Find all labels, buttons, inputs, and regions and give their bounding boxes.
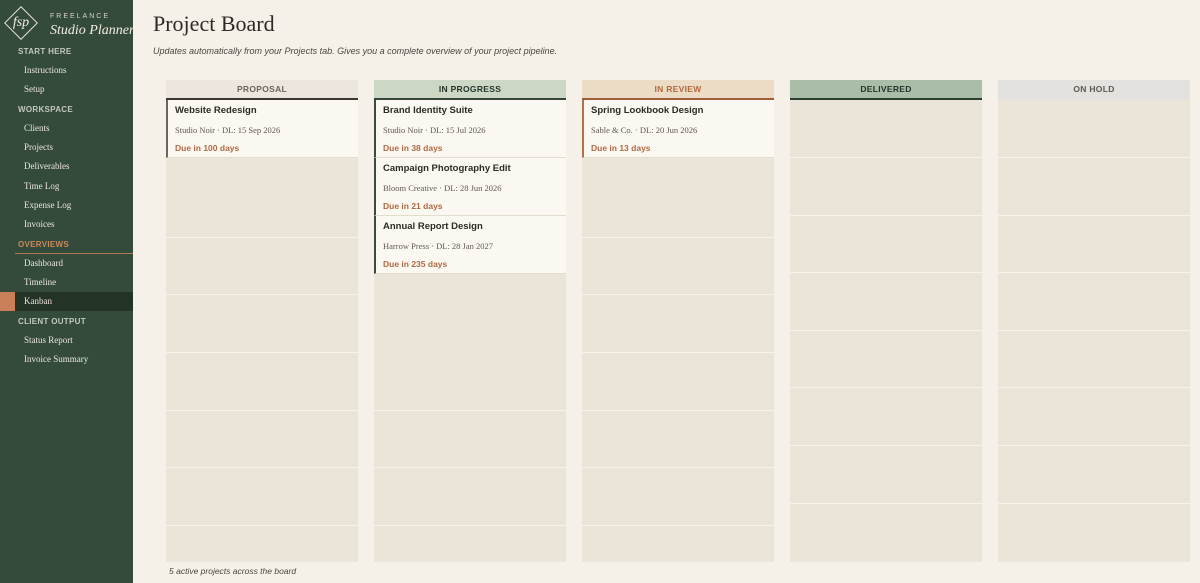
card-title: Spring Lookbook Design: [591, 105, 704, 116]
row-divider: [166, 525, 358, 526]
page-subtitle: Updates automatically from your Projects…: [153, 46, 558, 56]
row-divider: [790, 445, 982, 446]
column-in-progress: IN PROGRESS Brand Identity Suite Studio …: [374, 80, 566, 562]
column-header-in-progress: IN PROGRESS: [374, 80, 566, 100]
row-divider: [374, 410, 566, 411]
row-divider: [998, 272, 1190, 273]
card-due: Due in 38 days: [383, 143, 443, 153]
nav-kanban[interactable]: Kanban: [0, 292, 133, 311]
nav-clients[interactable]: Clients: [0, 119, 133, 138]
card-title: Brand Identity Suite: [383, 105, 473, 116]
column-proposal: PROPOSAL Website Redesign Studio Noir · …: [166, 80, 358, 562]
row-divider: [166, 410, 358, 411]
card-title: Website Redesign: [175, 105, 257, 116]
card-meta: Harrow Press · DL: 28 Jan 2027: [383, 241, 494, 251]
nav-invoices[interactable]: Invoices: [0, 215, 133, 234]
row-divider: [582, 237, 774, 238]
card-title: Annual Report Design: [383, 221, 483, 232]
project-card[interactable]: Spring Lookbook Design Sable & Co. · DL:…: [582, 100, 774, 158]
column-header-on-hold: ON HOLD: [998, 80, 1190, 100]
row-divider: [998, 157, 1190, 158]
card-meta: Studio Noir · DL: 15 Sep 2026: [175, 125, 281, 135]
nav-projects[interactable]: Projects: [0, 138, 133, 157]
row-divider: [790, 330, 982, 331]
column-header-in-review: IN REVIEW: [582, 80, 774, 100]
sidebar: fsp FREELANCE Studio Planner START HERE …: [0, 0, 135, 583]
column-header-delivered: DELIVERED: [790, 80, 982, 100]
row-divider: [790, 272, 982, 273]
column-header-proposal: PROPOSAL: [166, 80, 358, 100]
nav-instructions[interactable]: Instructions: [0, 61, 133, 80]
row-divider: [166, 237, 358, 238]
section-overviews: OVERVIEWS: [18, 240, 70, 249]
board-summary: 5 active projects across the board: [169, 566, 297, 576]
row-divider: [582, 467, 774, 468]
row-divider: [582, 525, 774, 526]
section-start-here: START HERE: [18, 47, 72, 56]
row-divider: [998, 330, 1190, 331]
card-meta: Bloom Creative · DL: 28 Jun 2026: [383, 183, 502, 193]
row-divider: [582, 352, 774, 353]
page-title: Project Board: [153, 11, 275, 36]
column-in-review: IN REVIEW Spring Lookbook Design Sable &…: [582, 80, 774, 562]
logo: fsp: [4, 6, 38, 40]
nav-status-report[interactable]: Status Report: [0, 331, 133, 350]
nav-setup[interactable]: Setup: [0, 80, 133, 99]
row-divider: [790, 215, 982, 216]
column-on-hold: ON HOLD: [998, 80, 1190, 562]
project-card[interactable]: Brand Identity Suite Studio Noir · DL: 1…: [374, 100, 566, 158]
card-due: Due in 235 days: [383, 259, 448, 269]
row-divider: [582, 294, 774, 295]
row-divider: [998, 503, 1190, 504]
card-due: Due in 13 days: [591, 143, 651, 153]
row-divider: [374, 467, 566, 468]
project-card[interactable]: Campaign Photography Edit Bloom Creative…: [374, 158, 566, 216]
card-meta: Sable & Co. · DL: 20 Jun 2026: [591, 125, 698, 135]
row-divider: [374, 525, 566, 526]
nav-timeline[interactable]: Timeline: [0, 273, 133, 292]
section-workspace: WORKSPACE: [18, 105, 73, 114]
row-divider: [790, 503, 982, 504]
row-divider: [582, 410, 774, 411]
nav-kanban-label: Kanban: [24, 296, 52, 306]
row-divider: [790, 387, 982, 388]
brand-name: Studio Planner: [50, 23, 135, 38]
section-client-output: CLIENT OUTPUT: [18, 317, 86, 326]
card-title: Campaign Photography Edit: [383, 163, 511, 174]
row-divider: [166, 467, 358, 468]
row-divider: [998, 215, 1190, 216]
nav-deliverables[interactable]: Deliverables: [0, 157, 133, 176]
card-due: Due in 100 days: [175, 143, 240, 153]
row-divider: [166, 352, 358, 353]
nav-expense-log[interactable]: Expense Log: [0, 196, 133, 215]
project-card[interactable]: Annual Report Design Harrow Press · DL: …: [374, 216, 566, 274]
column-delivered: DELIVERED: [790, 80, 982, 562]
active-marker: [0, 292, 15, 311]
row-divider: [998, 445, 1190, 446]
nav-dashboard[interactable]: Dashboard: [0, 254, 133, 273]
brand-tagline: FREELANCE: [50, 13, 111, 20]
logo-text: fsp: [12, 15, 30, 30]
card-meta: Studio Noir · DL: 15 Jul 2026: [383, 125, 486, 135]
card-due: Due in 21 days: [383, 201, 443, 211]
nav-time-log[interactable]: Time Log: [0, 177, 133, 196]
nav-invoice-summary[interactable]: Invoice Summary: [0, 350, 133, 369]
row-divider: [166, 294, 358, 295]
row-divider: [998, 387, 1190, 388]
project-card[interactable]: Website Redesign Studio Noir · DL: 15 Se…: [166, 100, 358, 158]
row-divider: [790, 157, 982, 158]
